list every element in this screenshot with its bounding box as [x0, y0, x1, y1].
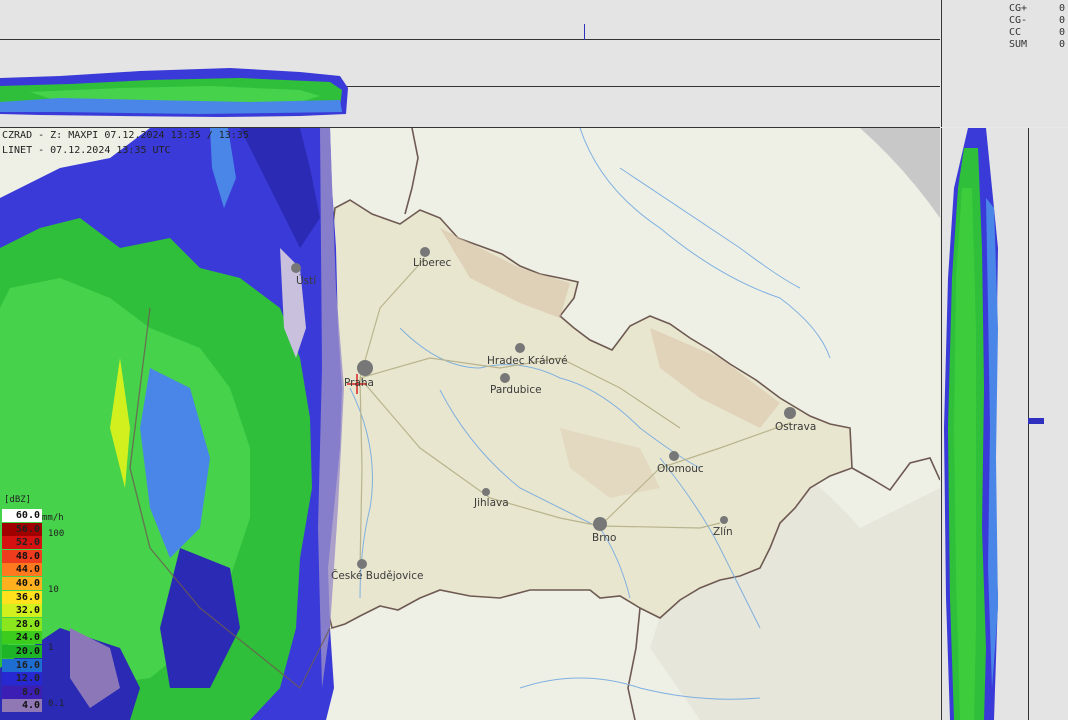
- stat-row-cg-minus: CG- 0: [1009, 15, 1065, 26]
- city-label-usti: Ústí: [296, 274, 317, 287]
- radar-map[interactable]: Liberec Praha Hradec Králové Pardubice O…: [0, 128, 940, 720]
- city-label-jihlava: Jihlava: [473, 497, 509, 509]
- country-border: [627, 607, 641, 720]
- legend-level: 40.0: [2, 577, 42, 590]
- legend-level: 8.0: [2, 685, 42, 699]
- legend-level: 4.0: [2, 699, 42, 713]
- stat-row-sum: SUM 0: [1009, 39, 1065, 50]
- city-dot: [291, 263, 301, 273]
- city-label-zlin: Zlín: [713, 526, 733, 538]
- river: [619, 167, 801, 289]
- legend-level: 36.0: [2, 590, 42, 604]
- legend-title: [dBZ]: [4, 495, 32, 505]
- legend-level: 56.0: [2, 522, 42, 536]
- lightning-marker: [584, 24, 585, 40]
- city-label-hradec-kralove: Hradec Králové: [487, 355, 568, 367]
- legend-level: 32.0: [2, 604, 42, 618]
- top-cross-section-panel: [0, 0, 940, 128]
- city-dot: [500, 373, 510, 383]
- legend-level: 28.0: [2, 617, 42, 631]
- country-border: [851, 457, 940, 492]
- stat-row-cg-plus: CG+ 0: [1009, 3, 1065, 14]
- country-border: [404, 128, 419, 215]
- map-header: CZRAD - Z: MAXPI 07.12.2024 13:35 / 13:3…: [2, 128, 249, 158]
- linet-timestamp-line: LINET - 07.12.2024 13:35 UTC: [2, 145, 171, 156]
- river: [579, 128, 831, 359]
- right-reflectivity-profile: [944, 128, 998, 720]
- legend-rate-tick: 100: [48, 529, 65, 539]
- city-label-olomouc: Olomouc: [657, 463, 704, 475]
- city-label-ceske-budejovice: České Budějovice: [331, 569, 423, 582]
- legend-level: 60.0: [2, 509, 42, 522]
- stat-row-cc: CC 0: [1009, 27, 1065, 38]
- city-dot: [515, 343, 525, 353]
- radar-timestamp-line: CZRAD - Z: MAXPI 07.12.2024 13:35 / 13:3…: [2, 130, 249, 141]
- city-label-liberec: Liberec: [413, 257, 451, 269]
- city-label-ostrava: Ostrava: [775, 421, 816, 433]
- cross-section-guide-line: [1028, 128, 1029, 720]
- city-dot: [420, 247, 430, 257]
- city-dot: [593, 517, 607, 531]
- city-dot: [784, 407, 796, 419]
- right-cross-section-panel: [941, 128, 1068, 720]
- city-dot: [482, 488, 490, 496]
- city-label-brno: Brno: [592, 532, 616, 544]
- legend-level: 24.0: [2, 631, 42, 645]
- legend-unit: mm/h: [42, 513, 64, 523]
- city-label-pardubice: Pardubice: [490, 384, 542, 396]
- top-reflectivity-profile: [0, 68, 348, 117]
- legend-level: 16.0: [2, 658, 42, 672]
- legend-level: 52.0: [2, 536, 42, 550]
- map-canvas: Liberec Praha Hradec Králové Pardubice O…: [0, 128, 940, 720]
- legend-level: 48.0: [2, 549, 42, 563]
- cross-section-guide-line: [0, 39, 940, 40]
- radar-range-edge: [860, 128, 940, 218]
- legend-level: 44.0: [2, 563, 42, 577]
- city-dot: [357, 360, 373, 376]
- city-dot: [357, 559, 367, 569]
- legend-rate-tick: 10: [48, 585, 59, 595]
- city-label-praha: Praha: [344, 377, 374, 389]
- legend-level: 12.0: [2, 672, 42, 686]
- legend-level: 20.0: [2, 645, 42, 658]
- lightning-marker: [1028, 418, 1044, 424]
- legend-rate-tick: 1: [48, 643, 54, 653]
- city-dot: [720, 516, 728, 524]
- city-dot: [669, 451, 679, 461]
- reflectivity-legend: [dBZ] mm/h 60.0 56.0 52.0 48.0 44.0 40.0 36.0 3…: [0, 495, 72, 720]
- lightning-stats-panel: CG+ 0 CG- 0 CC 0 SUM 0: [941, 0, 1068, 127]
- legend-rate-tick: 0.1: [48, 699, 65, 709]
